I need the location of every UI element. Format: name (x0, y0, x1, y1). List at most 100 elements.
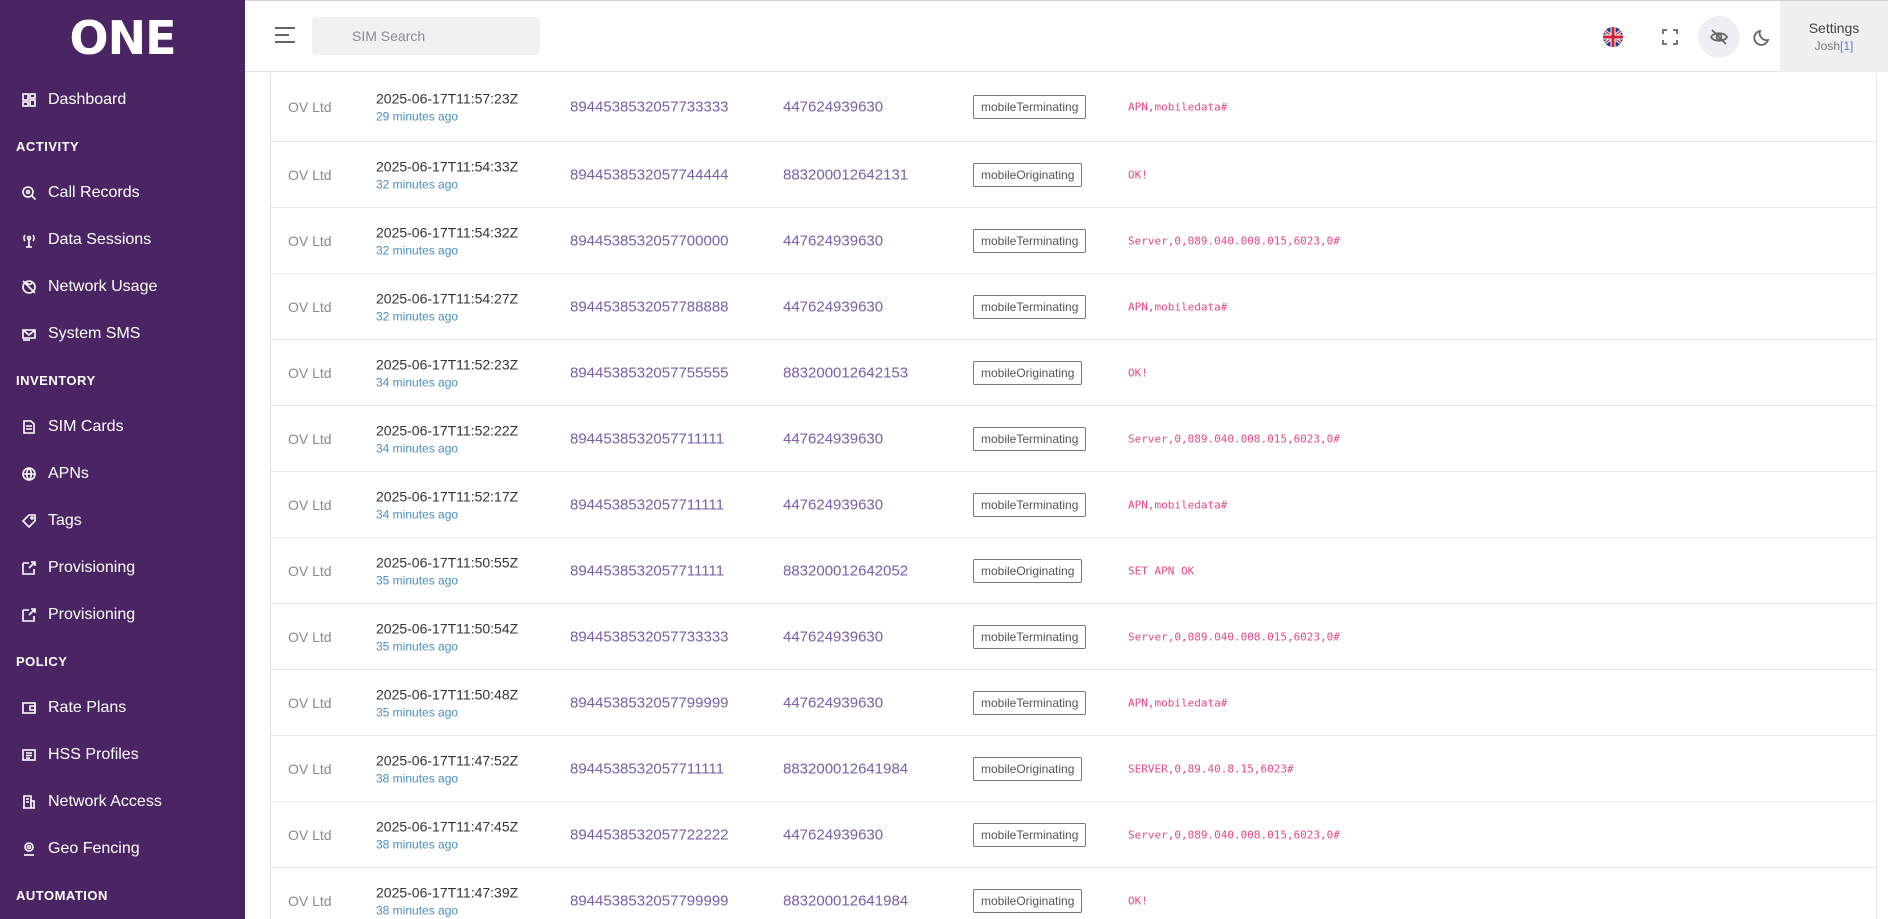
sidebar-item-dashboard[interactable]: Dashboard (0, 76, 245, 123)
relative-time: 34 minutes ago (376, 507, 459, 521)
iccid-link[interactable]: 8944538532057744444 (570, 166, 729, 183)
relative-time: 35 minutes ago (376, 573, 459, 587)
sidebar-item-provisioning-8[interactable]: Provisioning (0, 544, 245, 591)
table-row[interactable]: OV Ltd 2025-06-17T11:52:22Z 34 minutes ago… (271, 406, 1876, 472)
msisdn-link[interactable]: 883200012642131 (783, 166, 908, 183)
sidebar-item-apns-6[interactable]: APNs (0, 450, 245, 497)
msisdn-link[interactable]: 447624939630 (783, 430, 883, 447)
sidebar-item-data-sessions-2[interactable]: Data Sessions (0, 216, 245, 263)
timestamp: 2025-06-17T11:50:55Z (376, 554, 519, 570)
table-row[interactable]: OV Ltd 2025-06-17T11:50:55Z 35 minutes ago… (271, 538, 1876, 604)
sidebar-item-geo-fencing-13[interactable]: Geo Fencing (0, 825, 245, 872)
iccid-link[interactable]: 8944538532057733333 (570, 99, 729, 116)
provisioning-icon (20, 559, 38, 577)
sms-message: Server,0,089.040.008.015,6023,0# (1128, 432, 1340, 445)
direction-badge: mobileTerminating (973, 95, 1087, 119)
fullscreen-icon[interactable] (1652, 19, 1688, 55)
sidebar-item-provisioning-9[interactable]: Provisioning (0, 591, 245, 638)
sidebar-item-call-records-1[interactable]: Call Records (0, 169, 245, 216)
timestamp-cell: 2025-06-17T11:52:22Z 34 minutes ago (376, 422, 518, 455)
direction-badge: mobileTerminating (973, 690, 1087, 715)
timestamp: 2025-06-17T11:47:52Z (376, 752, 519, 768)
iccid-link[interactable]: 8944538532057733333 (570, 628, 729, 645)
sms-message: Server,0,089.040.008.015,6023,0# (1128, 630, 1340, 643)
direction-badge: mobileTerminating (973, 426, 1087, 451)
iccid-link[interactable]: 8944538532057700000 (570, 232, 729, 249)
iccid-link[interactable]: 8944538532057711111 (570, 562, 724, 579)
sidebar-item-rate-plans-10[interactable]: Rate Plans (0, 684, 245, 731)
table-row[interactable]: OV Ltd 2025-06-17T11:54:32Z 32 minutes ago… (271, 208, 1876, 274)
sidebar-item-network-usage-3[interactable]: Network Usage (0, 263, 245, 310)
iccid-link[interactable]: 8944538532057755555 (570, 364, 729, 381)
table-row[interactable]: OV Ltd 2025-06-17T11:54:27Z 32 minutes ago… (271, 274, 1876, 340)
organisation-cell: OV Ltd (288, 628, 332, 645)
logo-text: ONE (69, 11, 176, 65)
sms-message: SERVER,0,89.40.8.15,6023# (1128, 762, 1294, 775)
table-row[interactable]: OV Ltd 2025-06-17T11:52:23Z 34 minutes ago… (271, 340, 1876, 406)
organisation-cell: OV Ltd (288, 430, 332, 447)
sidebar-item-system-sms-4[interactable]: System SMS (0, 310, 245, 357)
settings-user-menu[interactable]: Settings Josh[1] (1780, 1, 1888, 72)
table-row[interactable]: OV Ltd 2025-06-17T11:54:33Z 32 minutes ago… (271, 142, 1876, 208)
msisdn-link[interactable]: 883200012641984 (783, 892, 908, 909)
table-row[interactable]: OV Ltd 2025-06-17T11:52:17Z 34 minutes ago… (271, 472, 1876, 538)
msisdn-link[interactable]: 447624939630 (783, 496, 883, 513)
sidebar-item-network-access-12[interactable]: Network Access (0, 778, 245, 825)
msisdn-link[interactable]: 883200012642153 (783, 364, 908, 381)
table-row[interactable]: OV Ltd 2025-06-17T11:47:45Z 38 minutes ago… (271, 802, 1876, 868)
iccid-link[interactable]: 8944538532057711111 (570, 760, 724, 777)
timestamp-cell: 2025-06-17T11:52:17Z 34 minutes ago (376, 488, 518, 521)
relative-time: 38 minutes ago (376, 771, 459, 785)
sidebar-item-hss-profiles-11[interactable]: HSS Profiles (0, 731, 245, 778)
iccid-link[interactable]: 8944538532057799999 (570, 694, 729, 711)
table-row[interactable]: OV Ltd 2025-06-17T11:47:52Z 38 minutes ago… (271, 736, 1876, 802)
sidebar-item-label: SIM Cards (48, 417, 124, 435)
sidebar-item-tags-7[interactable]: Tags (0, 497, 245, 544)
timestamp: 2025-06-17T11:54:33Z (376, 158, 519, 174)
current-user: Josh[1] (1815, 39, 1854, 53)
msisdn-link[interactable]: 447624939630 (783, 232, 883, 249)
msisdn-link[interactable]: 883200012641984 (783, 760, 908, 777)
logo[interactable]: ONE (0, 0, 245, 76)
location-icon (20, 840, 38, 858)
iccid-link[interactable]: 8944538532057711111 (570, 430, 724, 447)
dark-mode-moon-icon[interactable] (1745, 19, 1781, 55)
timestamp-cell: 2025-06-17T11:47:39Z 38 minutes ago (376, 884, 518, 917)
table-row[interactable]: OV Ltd 2025-06-17T11:57:23Z 29 minutes ago… (271, 73, 1876, 142)
sidebar-item-sim-cards-5[interactable]: SIM Cards (0, 403, 245, 450)
timestamp-cell: 2025-06-17T11:52:23Z 34 minutes ago (376, 356, 518, 389)
msisdn-link[interactable]: 883200012642052 (783, 562, 908, 579)
timestamp: 2025-06-17T11:52:17Z (376, 488, 519, 504)
uk-flag-icon[interactable] (1595, 19, 1631, 55)
iccid-link[interactable]: 8944538532057788888 (570, 298, 729, 315)
timestamp-cell: 2025-06-17T11:57:23Z 29 minutes ago (376, 91, 518, 124)
sms-message: APN,mobiledata# (1128, 498, 1228, 511)
relative-time: 35 minutes ago (376, 639, 459, 653)
sim-search-input[interactable] (312, 17, 540, 55)
msisdn-link[interactable]: 447624939630 (783, 694, 883, 711)
sidebar-item-label: Rate Plans (48, 698, 127, 716)
sms-table-body: OV Ltd 2025-06-17T11:57:23Z 29 minutes ago… (271, 73, 1876, 919)
relative-time: 32 minutes ago (376, 177, 459, 191)
timestamp: 2025-06-17T11:47:39Z (376, 884, 519, 900)
direction-badge: mobileOriginating (973, 360, 1083, 385)
table-row[interactable]: OV Ltd 2025-06-17T11:50:54Z 35 minutes ago… (271, 604, 1876, 670)
sms-message: OK! (1128, 168, 1148, 181)
iccid-link[interactable]: 8944538532057722222 (570, 826, 729, 843)
table-row[interactable]: OV Ltd 2025-06-17T11:50:48Z 35 minutes ago… (271, 670, 1876, 736)
msisdn-link[interactable]: 447624939630 (783, 826, 883, 843)
iccid-link[interactable]: 8944538532057799999 (570, 892, 729, 909)
menu-toggle-icon[interactable] (275, 27, 295, 45)
sms-message: OK! (1128, 894, 1148, 907)
table-row[interactable]: OV Ltd 2025-06-17T11:47:39Z 38 minutes ago… (271, 868, 1876, 919)
iccid-link[interactable]: 8944538532057711111 (570, 496, 724, 513)
sidebar-item-label: Dashboard (48, 90, 127, 108)
msisdn-link[interactable]: 447624939630 (783, 298, 883, 315)
msisdn-link[interactable]: 447624939630 (783, 628, 883, 645)
sidebar-section-activity: ACTIVITY (16, 138, 80, 154)
sidebar-item-label: Provisioning (48, 605, 136, 623)
msisdn-link[interactable]: 447624939630 (783, 99, 883, 116)
timestamp: 2025-06-17T11:54:32Z (376, 224, 519, 240)
organisation-cell: OV Ltd (288, 99, 332, 115)
eye-off-icon[interactable] (1698, 16, 1740, 58)
